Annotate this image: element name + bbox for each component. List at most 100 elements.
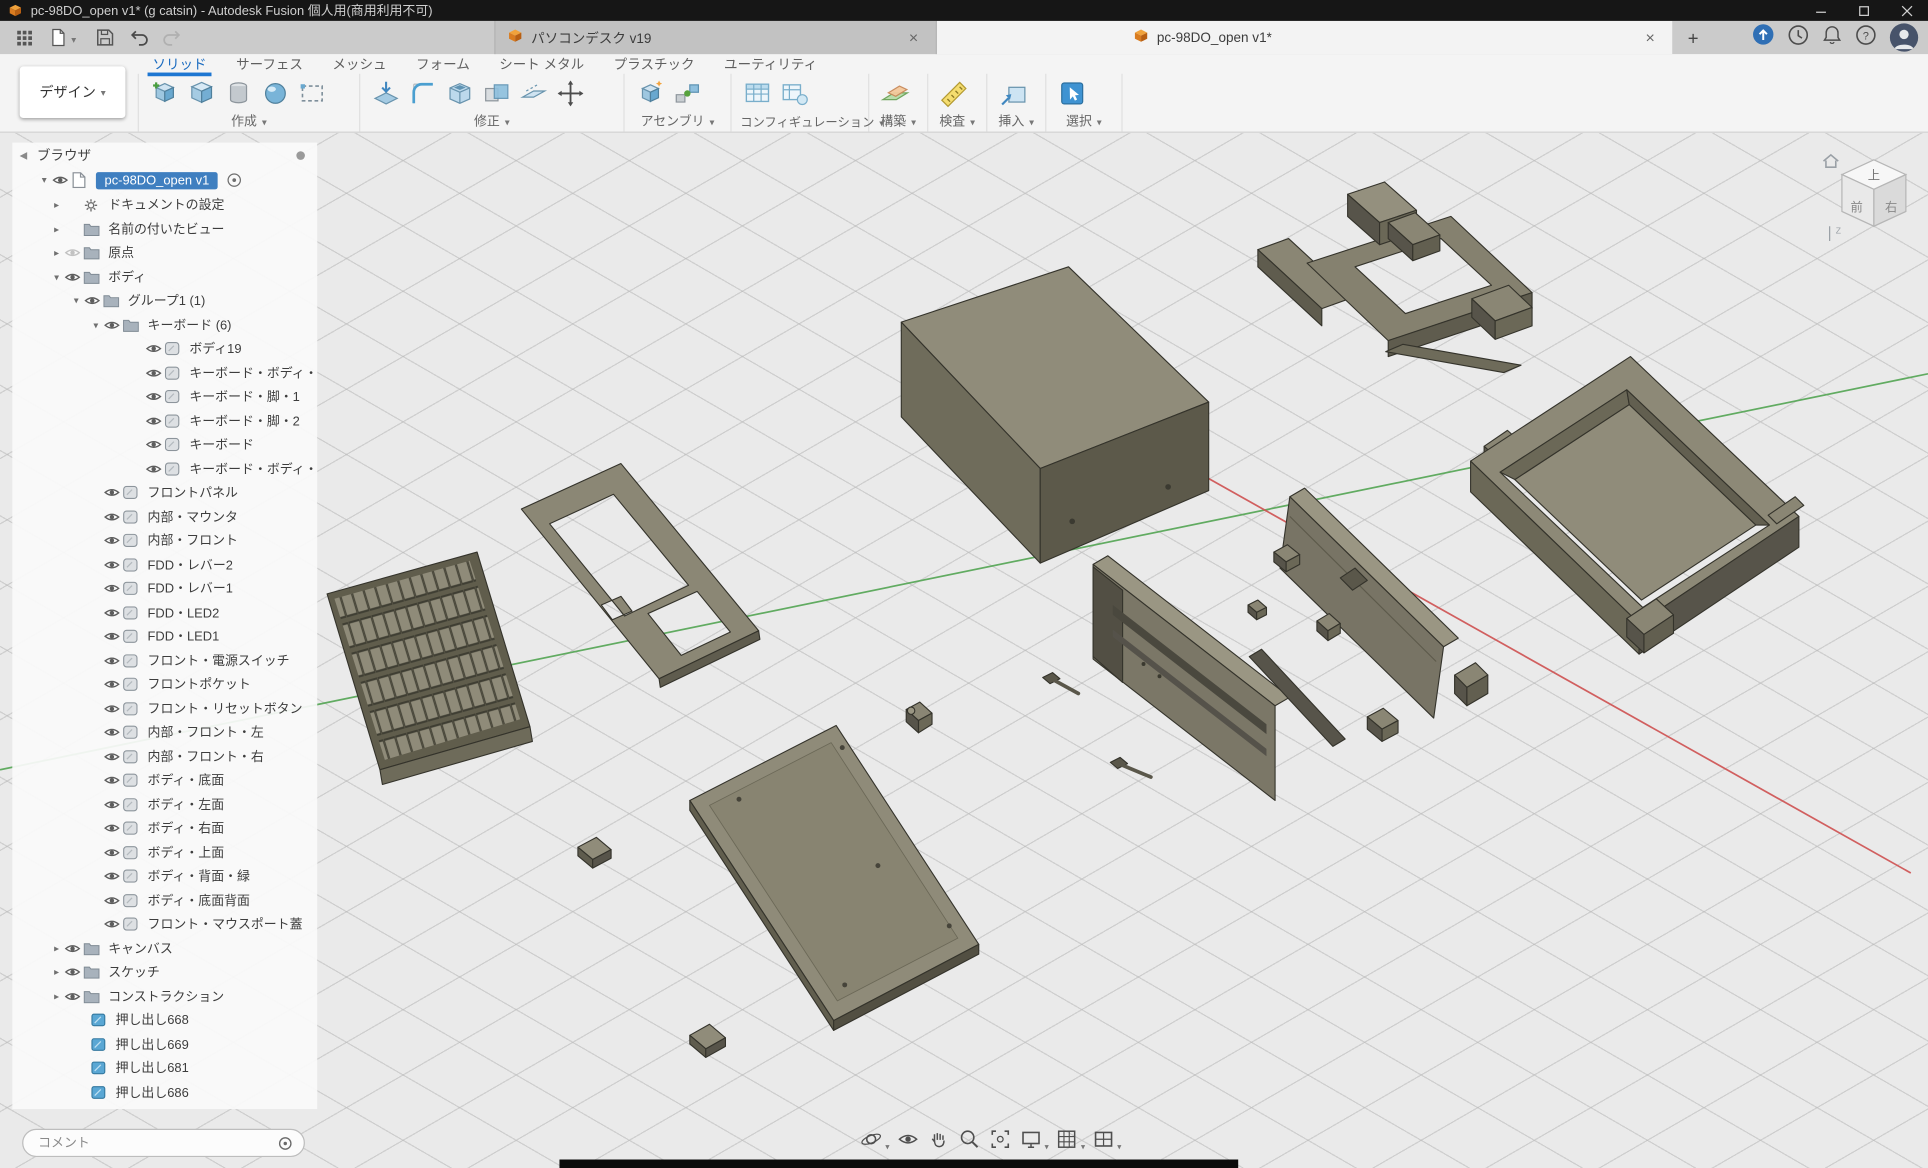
tree-item[interactable]: ボディ・左面	[12, 792, 317, 816]
move-copy-icon[interactable]	[553, 77, 586, 110]
combine-icon[interactable]	[480, 77, 513, 110]
tree-item[interactable]: コンストラクション	[12, 984, 317, 1008]
group-label-create[interactable]: 作成	[148, 112, 351, 130]
visibility-eye-icon[interactable]	[64, 966, 84, 980]
comment-options-icon[interactable]	[278, 1136, 293, 1151]
visibility-eye-icon[interactable]	[84, 294, 104, 308]
tree-item[interactable]: キャンバス	[12, 936, 317, 960]
tree-expand-arrow[interactable]	[49, 200, 64, 211]
tree-item[interactable]: 内部・フロント・左	[12, 721, 317, 745]
minimize-button[interactable]	[1799, 0, 1842, 21]
tree-item[interactable]: ボディ	[12, 265, 317, 289]
visibility-eye-icon[interactable]	[103, 894, 123, 908]
clock-history-icon[interactable]	[1788, 24, 1809, 51]
tree-item[interactable]: キーボード・脚・1	[12, 385, 317, 409]
app-grid-icon[interactable]	[10, 26, 37, 49]
orbit-icon[interactable]	[858, 1126, 889, 1152]
tree-item[interactable]: 押し出し686	[12, 1080, 317, 1104]
tree-item[interactable]: フロント・電源スイッチ	[12, 649, 317, 673]
tree-item[interactable]: スケッチ	[12, 960, 317, 984]
tree-item[interactable]: キーボード・ボディ・底面	[12, 361, 317, 385]
visibility-eye-icon[interactable]	[103, 582, 123, 596]
viewcube[interactable]: 上 前 右 Z	[1820, 150, 1923, 253]
visibility-eye-icon[interactable]	[103, 822, 123, 836]
tree-expand-arrow[interactable]	[49, 967, 64, 978]
group-label-construct[interactable]: 構築	[878, 112, 919, 130]
visibility-eye-icon[interactable]	[103, 726, 123, 740]
maximize-button[interactable]	[1842, 0, 1885, 21]
tree-expand-arrow[interactable]	[69, 295, 84, 306]
tree-item[interactable]: 原点	[12, 241, 317, 265]
tree-item[interactable]: 内部・マウンタ	[12, 505, 317, 529]
create-box-icon[interactable]	[184, 77, 217, 110]
tree-item[interactable]: キーボード (6)	[12, 313, 317, 337]
fillet-icon[interactable]	[406, 77, 439, 110]
tree-item[interactable]: FDD・レバー2	[12, 553, 317, 577]
grid-snap-icon[interactable]	[1054, 1126, 1085, 1152]
tree-item[interactable]: フロントパネル	[12, 481, 317, 505]
redo-icon[interactable]	[157, 26, 184, 49]
new-component-icon[interactable]	[148, 77, 181, 110]
visibility-eye-icon[interactable]	[103, 750, 123, 764]
tree-item[interactable]: ボディ・背面・緑	[12, 864, 317, 888]
joint-icon[interactable]	[670, 77, 703, 110]
visibility-eye-icon[interactable]	[64, 246, 84, 260]
doc-tab-inactive[interactable]: パソコンデスク v19	[494, 21, 937, 54]
visibility-eye-icon[interactable]	[103, 774, 123, 788]
visibility-eye-icon[interactable]	[145, 438, 165, 452]
tree-item[interactable]: FDD・レバー1	[12, 577, 317, 601]
group-label-configuration[interactable]: コンフィギュレーション	[740, 112, 859, 130]
viewports-icon[interactable]	[1090, 1126, 1121, 1152]
group-label-assemble[interactable]: アセンブリ	[633, 112, 722, 130]
tree-expand-arrow[interactable]	[49, 943, 64, 954]
visibility-eye-icon[interactable]	[103, 486, 123, 500]
select-icon[interactable]	[1055, 77, 1088, 110]
visibility-eye-icon[interactable]	[103, 558, 123, 572]
shell-icon[interactable]	[443, 77, 476, 110]
tree-item[interactable]: ボディ・底面	[12, 768, 317, 792]
tree-item[interactable]: 名前の付いたビュー	[12, 217, 317, 241]
tree-expand-arrow[interactable]	[49, 991, 64, 1002]
activate-radio-icon[interactable]	[228, 173, 242, 187]
visibility-eye-icon[interactable]	[103, 798, 123, 812]
tree-expand-arrow[interactable]	[89, 319, 104, 330]
assemble-new-component-icon[interactable]	[633, 77, 666, 110]
collapse-browser-icon[interactable]	[12, 148, 34, 163]
construction-plane-icon[interactable]	[878, 77, 911, 110]
notifications-bell-icon[interactable]	[1822, 24, 1842, 51]
group-label-inspect[interactable]: 検査	[937, 112, 978, 130]
visibility-eye-icon[interactable]	[103, 630, 123, 644]
group-label-select[interactable]: 選択	[1055, 112, 1113, 130]
tree-expand-arrow[interactable]	[49, 247, 64, 258]
tree-item[interactable]: FDD・LED1	[12, 625, 317, 649]
zoom-icon[interactable]	[956, 1126, 982, 1152]
tree-expand-arrow[interactable]	[49, 271, 64, 282]
insert-icon[interactable]	[996, 77, 1029, 110]
visibility-eye-icon[interactable]	[64, 942, 84, 956]
visibility-eye-icon[interactable]	[103, 606, 123, 620]
root-document-label[interactable]: pc-98DO_open v1	[96, 172, 218, 189]
close-button[interactable]	[1885, 0, 1928, 21]
visibility-eye-icon[interactable]	[103, 318, 123, 332]
fit-icon[interactable]	[987, 1126, 1013, 1152]
visibility-eye-icon[interactable]	[52, 173, 72, 187]
user-avatar[interactable]	[1890, 23, 1918, 51]
file-menu-icon[interactable]	[49, 26, 76, 49]
visibility-eye-icon[interactable]	[103, 870, 123, 884]
tree-item[interactable]: 内部・フロント・右	[12, 745, 317, 769]
new-tab-button[interactable]	[1682, 27, 1704, 49]
tree-item[interactable]: フロントポケット	[12, 673, 317, 697]
tree-item[interactable]: ボディ・底面背面	[12, 888, 317, 912]
tree-item[interactable]: ボディ19	[12, 337, 317, 361]
create-cylinder-icon[interactable]	[221, 77, 254, 110]
visibility-eye-icon[interactable]	[103, 510, 123, 524]
measure-icon[interactable]	[937, 77, 970, 110]
group-label-insert[interactable]: 挿入	[996, 112, 1037, 130]
close-tab-icon[interactable]	[1640, 28, 1660, 46]
visibility-eye-icon[interactable]	[103, 846, 123, 860]
tree-item[interactable]: FDD・LED2	[12, 601, 317, 625]
visibility-eye-icon[interactable]	[103, 678, 123, 692]
doc-tab-active[interactable]: pc-98DO_open v1*	[937, 21, 1672, 54]
tree-item[interactable]: ボディ・上面	[12, 840, 317, 864]
job-status-icon[interactable]	[1752, 23, 1774, 51]
